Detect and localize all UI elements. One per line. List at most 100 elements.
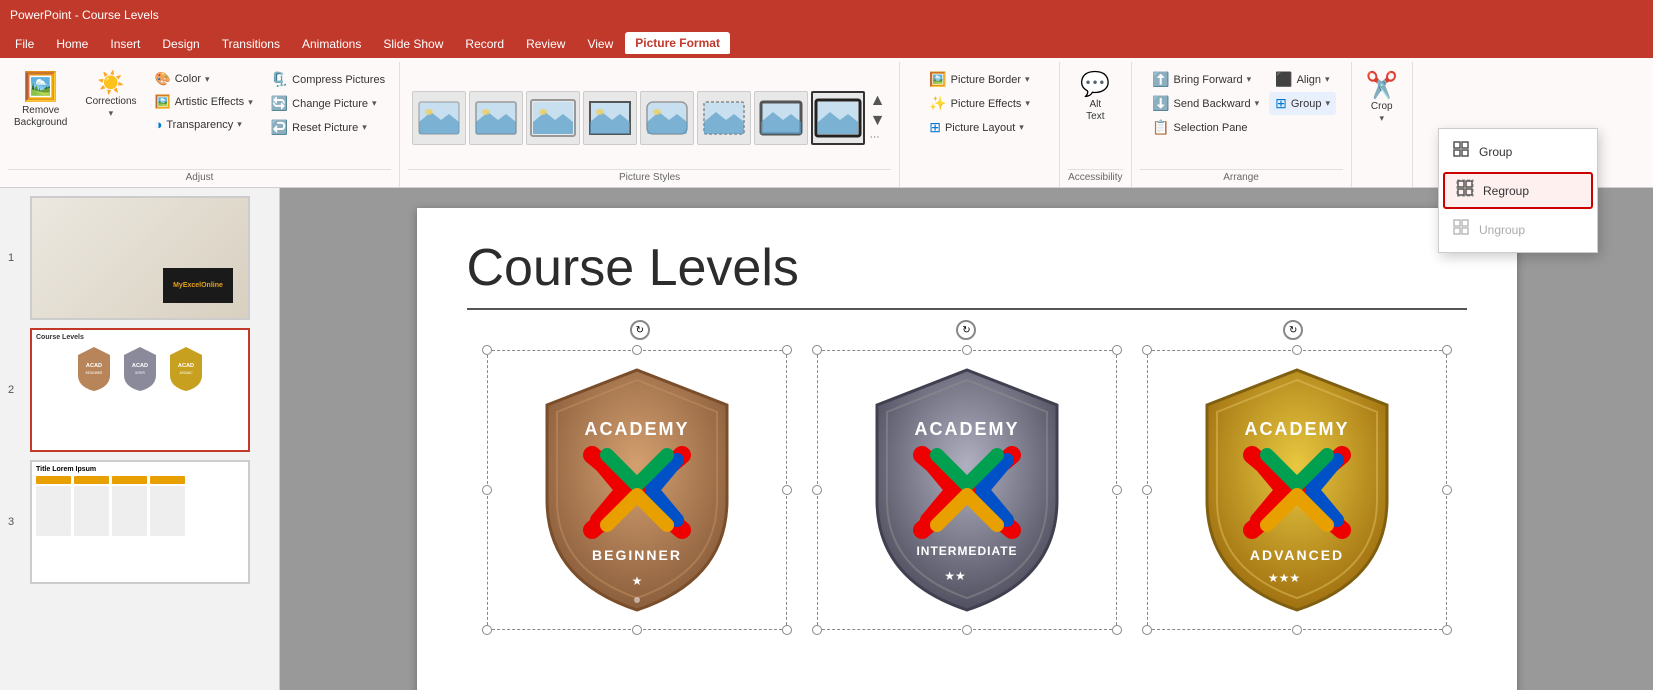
handle-bm[interactable] xyxy=(632,625,642,635)
handle-bl3[interactable] xyxy=(1142,625,1152,635)
badge-intermediate-container[interactable]: ACADEMY INTERMEDIATE ★★ xyxy=(817,350,1117,630)
regroup-menu-label: Regroup xyxy=(1483,184,1529,198)
svg-text:BEGINNER: BEGINNER xyxy=(86,371,103,375)
handle-br2[interactable] xyxy=(1112,625,1122,635)
svg-text:ACAD: ACAD xyxy=(178,363,194,369)
group-menu-item[interactable]: Group xyxy=(1439,133,1597,170)
rotation-handle-3[interactable]: ↻ xyxy=(1283,320,1303,340)
handle-tr3[interactable] xyxy=(1442,345,1452,355)
svg-text:ACAD: ACAD xyxy=(86,363,102,369)
ungroup-menu-label: Ungroup xyxy=(1479,223,1525,237)
selection-pane-button[interactable]: 📋 Selection Pane xyxy=(1146,116,1265,139)
picture-style-1[interactable] xyxy=(412,91,466,145)
regroup-menu-item[interactable]: Regroup xyxy=(1443,172,1593,209)
ungroup-menu-icon xyxy=(1451,218,1471,241)
menu-animations[interactable]: Animations xyxy=(292,33,371,55)
rotation-handle-1[interactable]: ↻ xyxy=(630,320,650,340)
menu-review[interactable]: Review xyxy=(516,33,575,55)
remove-background-button[interactable]: 🖼️ RemoveBackground xyxy=(8,66,73,133)
slide-divider xyxy=(467,308,1467,310)
slide-2-number: 2 xyxy=(8,384,22,396)
menu-file[interactable]: File xyxy=(5,33,44,55)
ribbon-group-adjust: 🖼️ RemoveBackground ☀️ Corrections ▾ 🎨 C… xyxy=(0,62,400,187)
group-dropdown-menu: Group Regroup Ungroup xyxy=(1438,128,1598,253)
menu-record[interactable]: Record xyxy=(455,33,514,55)
handle-br3[interactable] xyxy=(1442,625,1452,635)
svg-text:ACAD: ACAD xyxy=(132,363,148,369)
corrections-button[interactable]: ☀️ Corrections ▾ xyxy=(79,66,142,123)
picture-layout-button[interactable]: ⊞ Picture Layout ▾ xyxy=(923,116,1036,139)
ungroup-menu-item[interactable]: Ungroup xyxy=(1439,211,1597,248)
menu-insert[interactable]: Insert xyxy=(100,33,150,55)
svg-text:ACADEMY: ACADEMY xyxy=(584,419,689,439)
badge-advanced-container[interactable]: ACADEMY ADVANCED ★★★ xyxy=(1147,350,1447,630)
picture-effects-button[interactable]: ✨ Picture Effects ▾ xyxy=(923,92,1036,115)
svg-text:★★★: ★★★ xyxy=(1267,571,1299,585)
handle-tm3[interactable] xyxy=(1292,345,1302,355)
picture-style-5[interactable] xyxy=(640,91,694,145)
handle-bm3[interactable] xyxy=(1292,625,1302,635)
handle-tr[interactable] xyxy=(782,345,792,355)
slide-2-thumbnail[interactable]: Course Levels ACADBEGINNER ACADINTER ACA… xyxy=(30,328,250,452)
ribbon-group-crop: ✂️ Crop ▾ x xyxy=(1352,62,1413,187)
menu-picture-format[interactable]: Picture Format xyxy=(625,32,730,56)
slide-3-thumbnail[interactable]: Title Lorem Ipsum xyxy=(30,460,250,584)
arrange-group-label: Arrange xyxy=(1140,169,1343,183)
color-button[interactable]: 🎨 Color ▾ xyxy=(149,68,259,90)
handle-ml3[interactable] xyxy=(1142,485,1152,495)
menu-design[interactable]: Design xyxy=(152,33,209,55)
handle-tl3[interactable] xyxy=(1142,345,1152,355)
picture-style-6[interactable] xyxy=(697,91,751,145)
badge-intermediate: ACADEMY INTERMEDIATE ★★ xyxy=(857,360,1077,620)
accessibility-group-label: Accessibility xyxy=(1068,169,1122,183)
adjust-group-label: Adjust xyxy=(8,169,391,183)
handle-tl2[interactable] xyxy=(812,345,822,355)
change-picture-button[interactable]: 🔄 Change Picture ▾ xyxy=(265,92,391,115)
gallery-expand-button[interactable]: ▲ ▼ ⋯ xyxy=(868,90,888,145)
group-menu-label: Group xyxy=(1479,145,1512,159)
crop-button[interactable]: ✂️ Crop ▾ xyxy=(1360,66,1404,128)
align-button[interactable]: ⬛ Align ▾ xyxy=(1269,68,1336,91)
picture-style-2[interactable] xyxy=(469,91,523,145)
transparency-button[interactable]: ◑ Transparency ▾ xyxy=(149,114,259,135)
bring-forward-button[interactable]: ⬆️ Bring Forward ▾ xyxy=(1146,68,1265,91)
alt-text-button[interactable]: 💬 AltText xyxy=(1073,66,1117,127)
handle-br[interactable] xyxy=(782,625,792,635)
picture-border-button[interactable]: 🖼️ Picture Border ▾ xyxy=(923,68,1036,91)
handle-bl2[interactable] xyxy=(812,625,822,635)
handle-bm2[interactable] xyxy=(962,625,972,635)
svg-text:★★: ★★ xyxy=(944,569,966,583)
handle-tm[interactable] xyxy=(632,345,642,355)
handle-mr[interactable] xyxy=(782,485,792,495)
svg-text:ACADEMY: ACADEMY xyxy=(1244,419,1349,439)
rotation-handle-2[interactable]: ↻ xyxy=(956,320,976,340)
handle-mr3[interactable] xyxy=(1442,485,1452,495)
badge-beginner-container[interactable]: ACADEMY BEGINNER ★ xyxy=(487,350,787,630)
handle-tr2[interactable] xyxy=(1112,345,1122,355)
svg-text:INTER: INTER xyxy=(135,371,145,375)
menu-transitions[interactable]: Transitions xyxy=(212,33,290,55)
handle-ml[interactable] xyxy=(482,485,492,495)
reset-picture-button[interactable]: ↩️ Reset Picture ▾ xyxy=(265,116,391,139)
handle-tm2[interactable] xyxy=(962,345,972,355)
compress-pictures-button[interactable]: 🗜️ Compress Pictures xyxy=(265,68,391,91)
svg-text:ACADEMY: ACADEMY xyxy=(914,419,1019,439)
picture-style-4[interactable] xyxy=(583,91,637,145)
svg-text:★: ★ xyxy=(631,574,642,588)
menu-home[interactable]: Home xyxy=(46,33,98,55)
artistic-effects-button[interactable]: 🖼️ Artistic Effects ▾ xyxy=(149,91,259,113)
handle-ml2[interactable] xyxy=(812,485,822,495)
group-button[interactable]: ⊞ Group ▾ xyxy=(1269,92,1336,115)
slide-title: Course Levels xyxy=(417,208,1517,308)
menu-slideshow[interactable]: Slide Show xyxy=(373,33,453,55)
handle-tl[interactable] xyxy=(482,345,492,355)
handle-bl[interactable] xyxy=(482,625,492,635)
menu-view[interactable]: View xyxy=(577,33,623,55)
picture-style-7[interactable] xyxy=(754,91,808,145)
picture-style-3[interactable] xyxy=(526,91,580,145)
picture-style-8[interactable] xyxy=(811,91,865,145)
ribbon: 🖼️ RemoveBackground ☀️ Corrections ▾ 🎨 C… xyxy=(0,58,1653,188)
send-backward-button[interactable]: ⬇️ Send Backward ▾ xyxy=(1146,92,1265,115)
slide-1-thumbnail[interactable]: MyExcelOnline xyxy=(30,196,250,320)
handle-mr2[interactable] xyxy=(1112,485,1122,495)
